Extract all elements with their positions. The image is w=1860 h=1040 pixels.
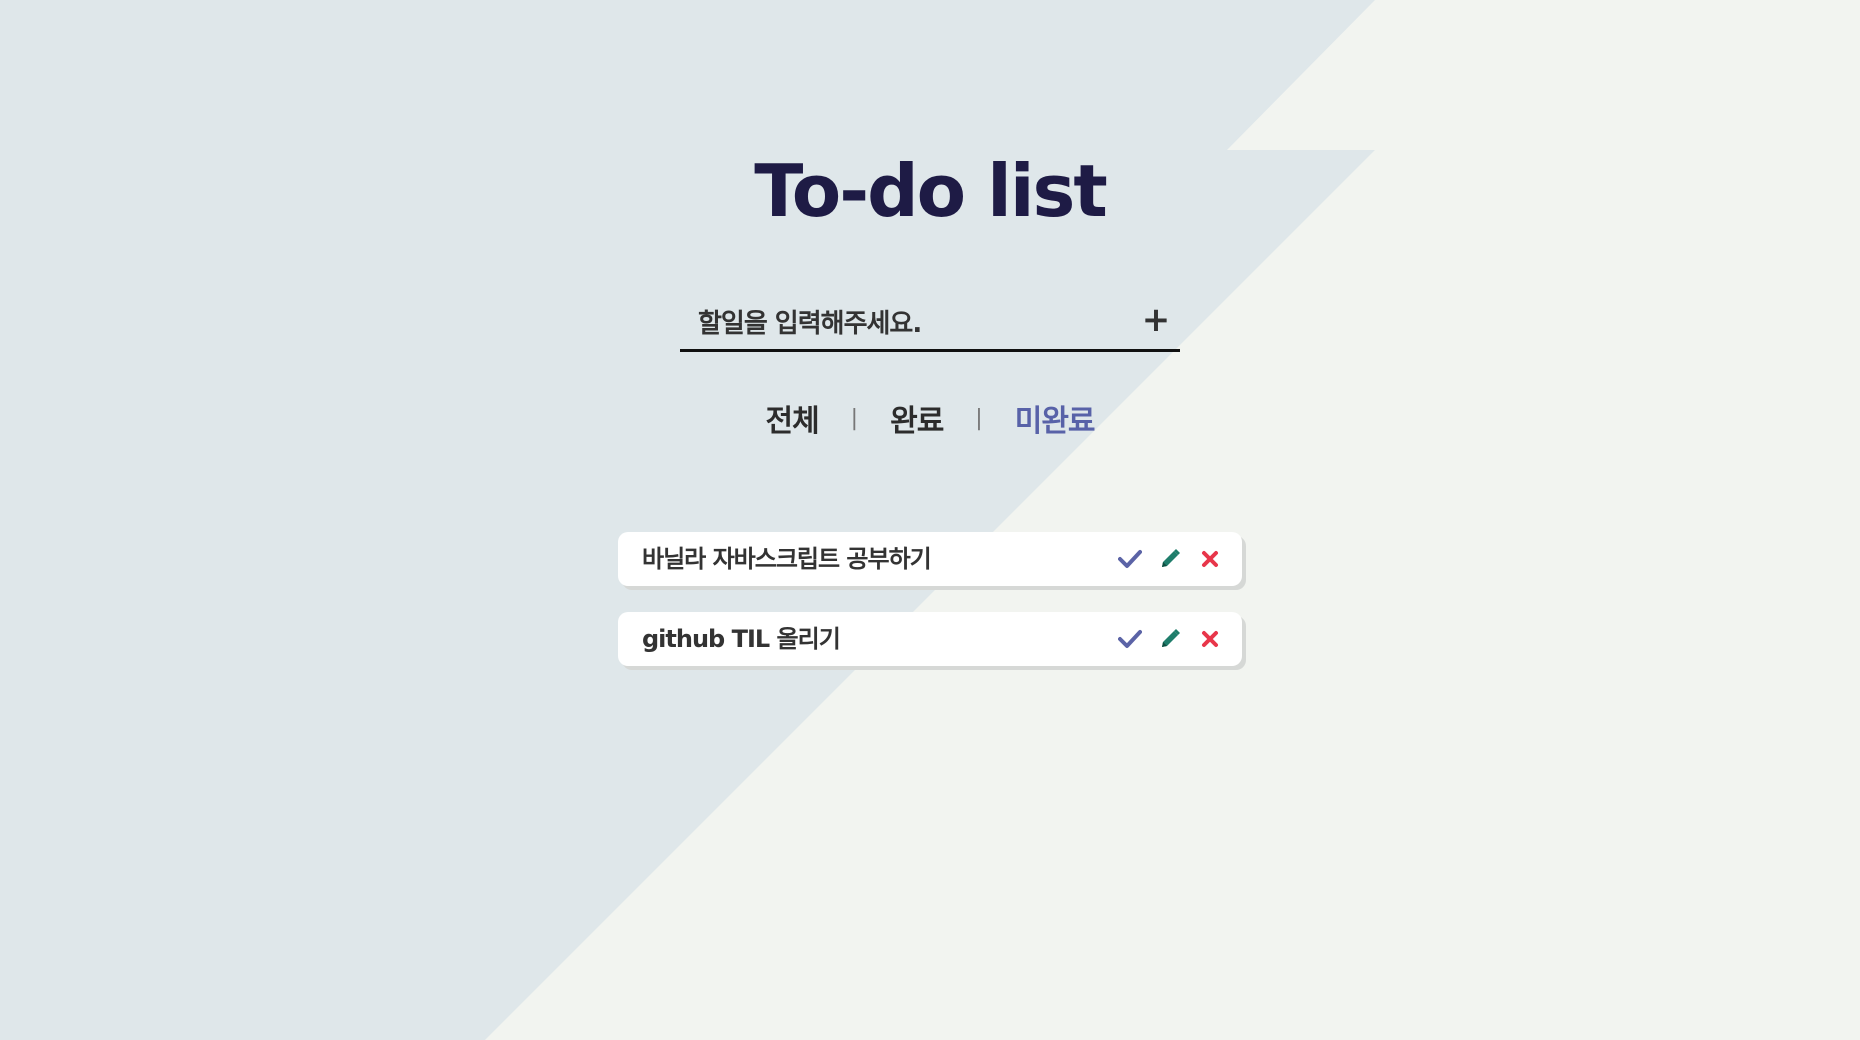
check-icon[interactable] xyxy=(1116,545,1144,573)
pencil-icon[interactable] xyxy=(1156,545,1184,573)
todo-list: 바닐라 자바스크립트 공부하기 github TIL 올리기 xyxy=(618,532,1242,692)
close-icon[interactable] xyxy=(1196,545,1224,573)
todo-actions xyxy=(1104,532,1224,586)
filter-separator: | xyxy=(850,405,859,431)
add-button[interactable]: + xyxy=(1138,300,1174,340)
page-title: To-do list xyxy=(754,149,1108,233)
tab-all[interactable]: 전체 xyxy=(761,396,822,440)
close-icon[interactable] xyxy=(1196,625,1224,653)
list-item: 바닐라 자바스크립트 공부하기 xyxy=(618,532,1242,586)
check-icon[interactable] xyxy=(1116,625,1144,653)
todo-input[interactable] xyxy=(698,304,1098,344)
todo-input-bar: + xyxy=(680,296,1180,352)
filter-separator: | xyxy=(975,405,983,431)
todo-actions xyxy=(1104,612,1224,666)
tab-done[interactable]: 완료 xyxy=(886,396,947,440)
page: To-do list + 전체 | 완료 | 미완료 바닐라 자바스크립트 공부… xyxy=(0,0,1860,1040)
tab-undone[interactable]: 미완료 xyxy=(1011,396,1099,440)
filter-tabs: 전체 | 완료 | 미완료 xyxy=(0,396,1860,440)
pencil-icon[interactable] xyxy=(1156,625,1184,653)
todo-text: github TIL 올리기 xyxy=(642,625,841,653)
list-item: github TIL 올리기 xyxy=(618,612,1242,666)
todo-text: 바닐라 자바스크립트 공부하기 xyxy=(642,545,932,573)
